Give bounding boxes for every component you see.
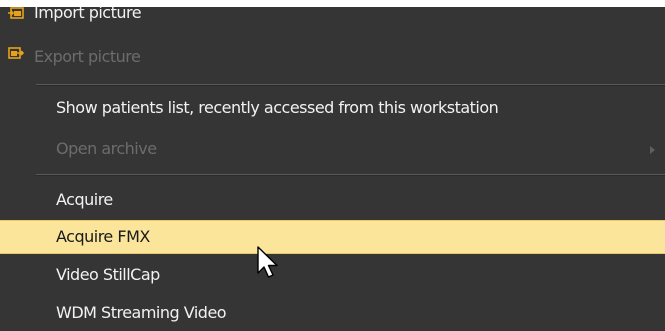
menu-separator <box>36 174 665 176</box>
menu-item-label: Video StillCap <box>56 265 160 284</box>
menu-item-label: Import picture <box>34 3 142 22</box>
menu-item-video-stillcap[interactable]: Video StillCap <box>0 259 665 293</box>
menu-item-export-picture[interactable]: Export picture <box>0 42 665 76</box>
menu-item-acquire[interactable]: Acquire <box>0 183 665 217</box>
import-picture-icon <box>8 7 24 19</box>
menu-item-label: Show patients list, recently accessed fr… <box>56 98 499 117</box>
mouse-cursor-icon <box>257 246 278 278</box>
export-picture-icon <box>8 47 24 59</box>
menu-item-label: Open archive <box>56 139 157 158</box>
menu-item-import-picture[interactable]: Import picture <box>0 1 665 35</box>
menu-separator <box>36 84 665 86</box>
context-menu: Import picture Export picture Show patie… <box>0 3 665 331</box>
screenshot-frame: Import picture Export picture Show patie… <box>0 0 665 331</box>
menu-item-open-archive[interactable]: Open archive <box>0 134 665 168</box>
menu-item-label: WDM Streaming Video <box>56 303 227 322</box>
menu-item-acquire-fmx[interactable]: Acquire FMX <box>0 220 665 254</box>
submenu-arrow-icon <box>650 146 655 154</box>
menu-item-label: Export picture <box>34 47 141 66</box>
menu-item-show-patients-list[interactable]: Show patients list, recently accessed fr… <box>0 95 665 129</box>
menu-item-wdm-streaming-video[interactable]: WDM Streaming Video <box>0 296 665 330</box>
menu-item-label: Acquire FMX <box>56 227 150 246</box>
menu-item-label: Acquire <box>56 190 113 209</box>
